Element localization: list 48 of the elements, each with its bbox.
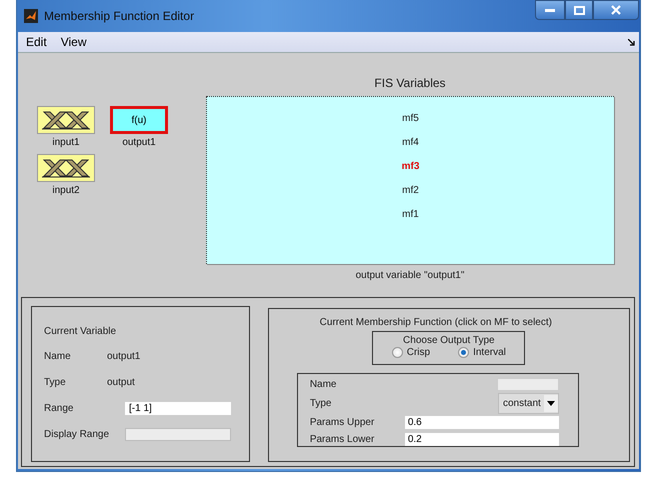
field-label: Display Range — [44, 428, 107, 440]
menu-item[interactable]: View — [58, 35, 92, 49]
membership-function-label[interactable]: mf5 — [402, 113, 419, 137]
variable-label: input2 — [52, 185, 80, 196]
membership-function-label[interactable]: mf1 — [402, 209, 419, 233]
section-title: Current Membership Function (click on MF to select) — [320, 317, 552, 328]
menu-item[interactable]: Edit — [24, 35, 53, 49]
group-title: Choose Output Type — [403, 335, 495, 346]
field-label: Range — [44, 402, 74, 414]
minimize-button[interactable] — [535, 0, 565, 20]
radio-button[interactable] — [392, 347, 403, 358]
output-variable-block[interactable]: f(u) — [110, 106, 168, 134]
radio-button[interactable] — [458, 347, 470, 358]
variable-label: output1 — [122, 137, 156, 148]
field-label: Params Upper — [310, 417, 376, 428]
input-variable-block[interactable] — [37, 106, 95, 134]
window-title: Membership Function Editor — [44, 9, 194, 23]
section-title: Current Variable — [44, 326, 116, 336]
field-label: Name — [44, 350, 72, 362]
membership-function-label[interactable]: mf2 — [402, 185, 419, 209]
field-value: output — [107, 376, 135, 388]
app-logo-icon — [24, 9, 38, 23]
membership-function-label[interactable]: mf4 — [402, 137, 419, 161]
type-dropdown[interactable]: constant — [498, 393, 559, 414]
dock-arrow-icon[interactable] — [628, 38, 635, 46]
field-label: Type — [44, 376, 67, 388]
field-label: Type — [310, 398, 332, 409]
close-button[interactable] — [593, 0, 639, 20]
field-value: output1 — [107, 350, 140, 362]
maximize-button[interactable] — [565, 0, 593, 20]
caret-icon — [546, 401, 555, 406]
field-label: Name — [310, 379, 338, 390]
input-variable-block[interactable] — [37, 154, 95, 182]
field-label: Params Lower — [310, 434, 376, 445]
panel-title: FIS Variables — [374, 76, 446, 92]
plot-caption: output variable "output1" — [356, 270, 464, 281]
radio-label[interactable]: Crisp — [406, 347, 430, 358]
membership-function-icon — [40, 157, 92, 179]
membership-function-icon — [40, 109, 92, 131]
minimize-icon — [545, 8, 555, 12]
input-field[interactable]: 0.6 — [404, 416, 559, 429]
radio-label[interactable]: Interval — [473, 347, 506, 358]
close-icon — [611, 5, 621, 15]
membership-function-label[interactable]: mf3 — [402, 161, 420, 185]
maximize-icon — [574, 6, 584, 14]
variable-label: input1 — [52, 137, 80, 148]
input-field[interactable]: 0.2 — [404, 433, 559, 446]
input-field[interactable]: [-1 1] — [125, 402, 231, 414]
